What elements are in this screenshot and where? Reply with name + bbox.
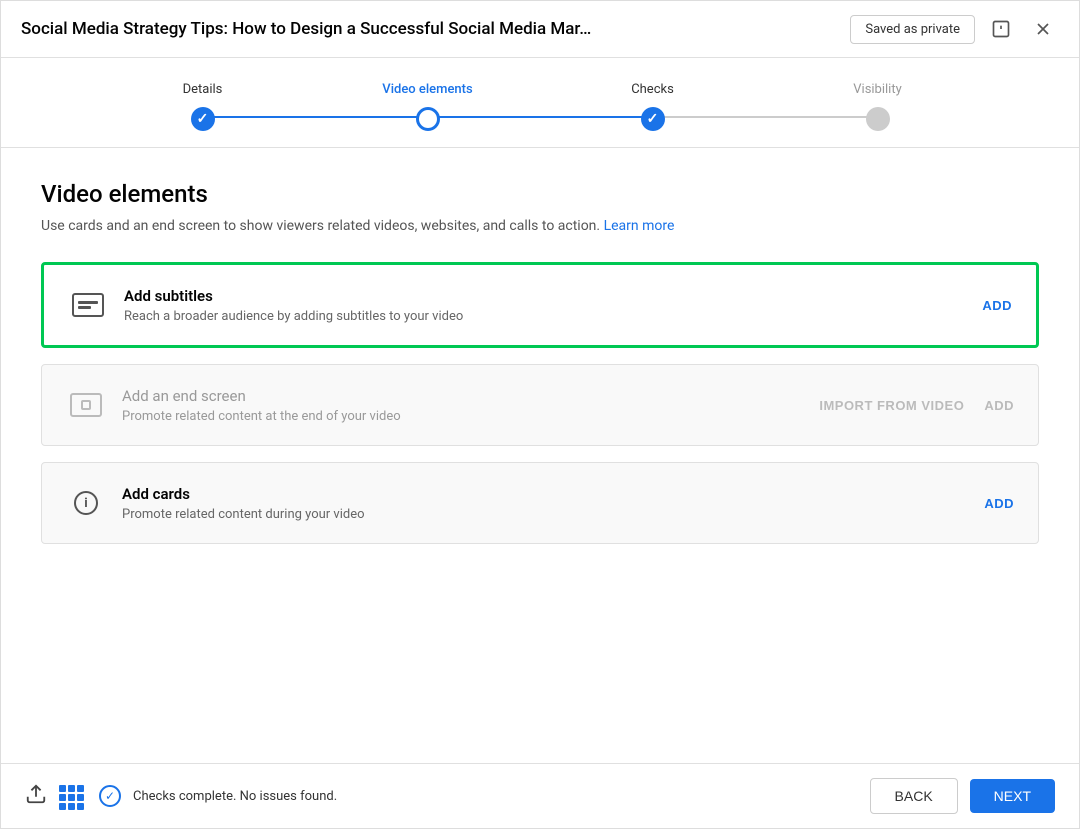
add-cards-card-actions: ADD [984, 496, 1014, 511]
add-cards-card-title: Add cards [122, 485, 968, 503]
import-from-video-button[interactable]: IMPORT FROM VIDEO [819, 398, 964, 413]
end-screen-card-body: Add an end screen Promote related conten… [106, 387, 819, 424]
stepper: Details ✓ Video elements Checks ✓ Visibi… [1, 58, 1079, 148]
check-icon: ✓ [197, 111, 209, 127]
step-video-elements-circle [416, 107, 440, 131]
step-visibility: Visibility [765, 82, 990, 131]
close-icon [1033, 19, 1053, 39]
step-visibility-label: Visibility [853, 82, 902, 97]
header: Social Media Strategy Tips: How to Desig… [1, 1, 1079, 58]
subtitles-card-subtitle: Reach a broader audience by adding subti… [124, 309, 966, 324]
add-cards-card: i Add cards Promote related content duri… [41, 462, 1039, 544]
end-screen-card: Add an end screen Promote related conten… [41, 364, 1039, 446]
alert-button[interactable] [985, 13, 1017, 45]
subtitles-card-actions: ADD [982, 298, 1012, 313]
subtitles-card-title: Add subtitles [124, 287, 966, 305]
add-cards-card-subtitle: Promote related content during your vide… [122, 507, 968, 522]
check-icon-2: ✓ [647, 111, 659, 127]
step-visibility-circle [866, 107, 890, 131]
page-title: Social Media Strategy Tips: How to Desig… [21, 19, 781, 39]
alert-icon [991, 19, 1011, 39]
subtitles-card: Add subtitles Reach a broader audience b… [41, 262, 1039, 348]
endscreen-icon [66, 385, 106, 425]
footer-check-icon: ✓ [99, 785, 121, 807]
end-screen-add-button[interactable]: ADD [984, 398, 1014, 413]
upload-icon [25, 783, 47, 810]
next-button[interactable]: NEXT [970, 779, 1055, 813]
end-screen-card-actions: IMPORT FROM VIDEO ADD [819, 398, 1014, 413]
end-screen-card-subtitle: Promote related content at the end of yo… [122, 409, 803, 424]
step-details: Details ✓ [90, 82, 315, 131]
grid-icon [59, 785, 87, 807]
step-checks: Checks ✓ [540, 82, 765, 131]
video-elements-title: Video elements [41, 180, 1039, 208]
saved-badge: Saved as private [850, 15, 975, 44]
cards-add-button[interactable]: ADD [984, 496, 1014, 511]
footer-status: Checks complete. No issues found. [133, 789, 337, 804]
step-details-label: Details [183, 82, 223, 97]
main-content: Video elements Use cards and an end scre… [1, 148, 1079, 763]
step-video-elements-label: Video elements [382, 82, 472, 97]
info-circle-icon: i [66, 483, 106, 523]
step-checks-label: Checks [631, 82, 674, 97]
subtitles-card-body: Add subtitles Reach a broader audience b… [108, 287, 982, 324]
end-screen-card-title: Add an end screen [122, 387, 803, 405]
close-button[interactable] [1027, 13, 1059, 45]
step-video-elements: Video elements [315, 82, 540, 131]
page-description: Use cards and an end screen to show view… [41, 218, 1039, 234]
subtitles-add-button[interactable]: ADD [982, 298, 1012, 313]
footer-left: ✓ Checks complete. No issues found. [25, 783, 337, 810]
step-details-circle: ✓ [191, 107, 215, 131]
back-button[interactable]: BACK [870, 778, 958, 814]
footer-right: BACK NEXT [870, 778, 1055, 814]
step-checks-circle: ✓ [641, 107, 665, 131]
subtitle-icon [68, 285, 108, 325]
stepper-row: Details ✓ Video elements Checks ✓ Visibi… [90, 82, 990, 131]
learn-more-link[interactable]: Learn more [604, 218, 675, 234]
footer: ✓ Checks complete. No issues found. BACK… [1, 763, 1079, 828]
header-actions: Saved as private [850, 13, 1059, 45]
add-cards-card-body: Add cards Promote related content during… [106, 485, 984, 522]
